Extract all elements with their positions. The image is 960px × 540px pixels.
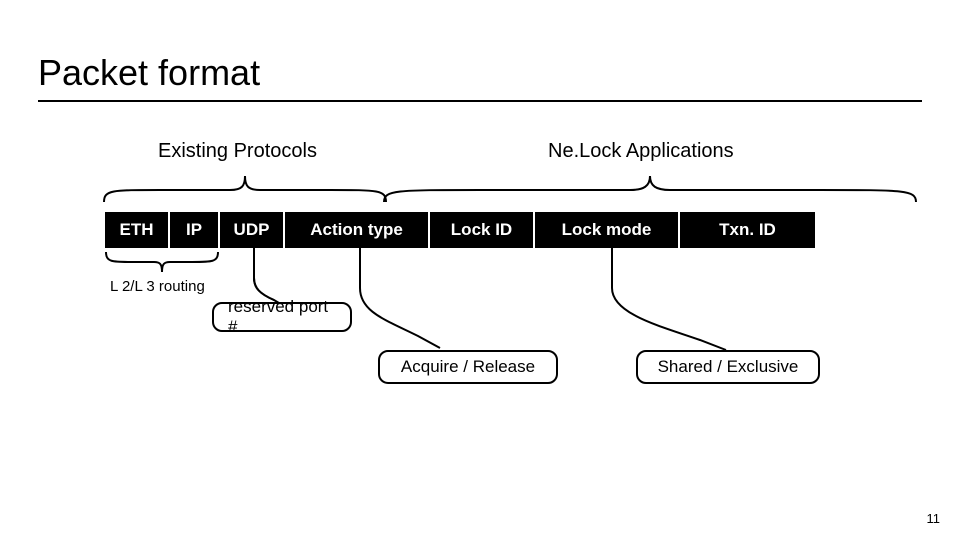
cell-txnid: Txn. ID [680, 212, 815, 248]
slide-title: Packet format [38, 52, 260, 94]
packet-row: ETH IP UDP Action type Lock ID Lock mode… [105, 212, 815, 248]
label-l2l3: L 2/L 3 routing [110, 278, 205, 295]
callout-acquire-release: Acquire / Release [378, 350, 558, 384]
cell-action: Action type [285, 212, 430, 248]
group-label-nelock: Ne.Lock Applications [548, 140, 734, 163]
brace-l2l3 [102, 250, 222, 276]
brace-nelock [380, 172, 920, 206]
callout-reserved-port: reserved port # [212, 302, 352, 332]
callout-shared-exclusive: Shared / Exclusive [636, 350, 820, 384]
brace-existing [100, 172, 390, 206]
connector-acquire-release [340, 248, 460, 360]
connector-shared-exclusive [600, 248, 740, 360]
cell-lockid: Lock ID [430, 212, 535, 248]
cell-ip: IP [170, 212, 220, 248]
cell-udp: UDP [220, 212, 285, 248]
page-number: 11 [927, 511, 941, 526]
cell-eth: ETH [105, 212, 170, 248]
cell-lockmode: Lock mode [535, 212, 680, 248]
title-underline [38, 100, 922, 102]
group-label-existing: Existing Protocols [158, 140, 317, 163]
